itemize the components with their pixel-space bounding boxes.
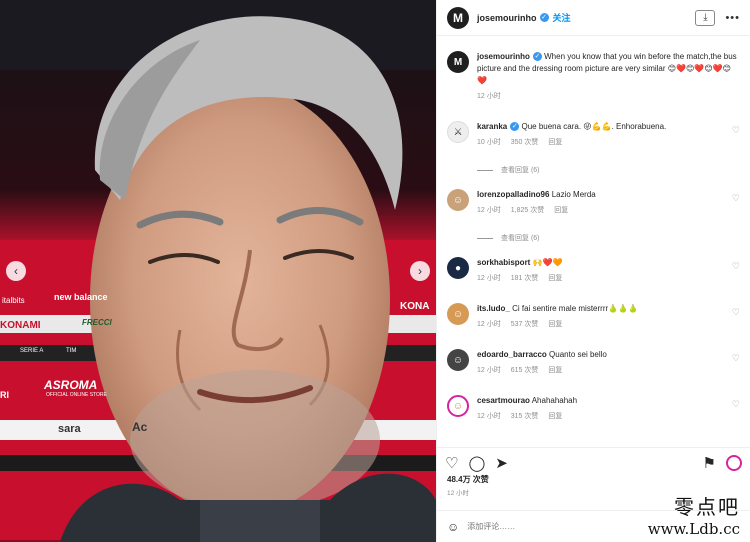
post-header: M josemourinho ✓ 关注 ⤓ •••	[437, 0, 750, 36]
post-actions: ♡ ◯ ➤ ⚑ 48.4万 次赞 12 小时	[437, 447, 750, 497]
sponsor-tim: TIM	[66, 348, 77, 354]
sponsor-frecci: FRECCI	[82, 318, 112, 327]
comment-text: Quanto sei bello	[549, 350, 607, 359]
caption-username[interactable]: josemourinho	[477, 52, 530, 61]
share-icon[interactable]: ➤	[495, 454, 508, 472]
view-replies-label: 查看回复 (6)	[501, 167, 540, 174]
username-link[interactable]: josemourinho	[477, 13, 537, 23]
comment-time: 12 小时	[477, 367, 501, 374]
list-item: ☺ edoardo_barracco Quanto sei bello 12 小…	[437, 349, 750, 377]
heart-icon[interactable]: ♡	[732, 261, 740, 272]
heart-icon[interactable]: ♡	[445, 454, 458, 472]
comment-time: 12 小时	[477, 413, 501, 420]
post-photo: new balance KONAMI FRECCI ASROMA OFFICIA…	[0, 0, 436, 542]
view-replies-link[interactable]: 查看回复 (6)	[477, 165, 540, 175]
sponsor-newbalance: new balance	[54, 292, 108, 302]
avatar[interactable]: ☺	[447, 303, 469, 325]
emoji-icon[interactable]: ☺	[447, 520, 459, 534]
follow-button[interactable]: 关注	[553, 11, 571, 24]
comment-input[interactable]	[467, 522, 588, 531]
heart-icon[interactable]: ♡	[732, 193, 740, 204]
comment-username[interactable]: sorkhabisport	[477, 258, 530, 267]
list-item: ⚔ karanka ✓ Que buena cara. 😜💪💪. Enhorabu…	[437, 121, 750, 149]
avatar[interactable]: ⚔	[447, 121, 469, 143]
comment-icon[interactable]: ◯	[468, 454, 485, 472]
post-panel: M josemourinho ✓ 关注 ⤓ ••• M josemourinho…	[436, 0, 750, 542]
sponsor-left1: RI	[0, 390, 9, 400]
reply-button[interactable]: 回复	[548, 413, 562, 420]
comment-text: Ci fai sentire male misterrrr🍐🍐🍐	[512, 304, 639, 313]
sponsor-asroma-sub: OFFICIAL ONLINE STORE	[46, 392, 107, 398]
comment-time: 12 小时	[477, 275, 501, 282]
avatar[interactable]: M	[447, 51, 469, 73]
sponsor-asroma: ASROMA	[44, 378, 98, 392]
comment-likes[interactable]: 1,825 次赞	[511, 207, 544, 214]
list-item: ☺ cesartmourao Ahahahahah 12 小时 315 次赞 回复 …	[437, 395, 750, 423]
comment-username[interactable]: cesartmourao	[477, 396, 530, 405]
comments-list[interactable]: M josemourinho ✓ When you know that you w…	[437, 37, 750, 445]
comment-likes[interactable]: 315 次赞	[511, 413, 539, 420]
avatar[interactable]: M	[447, 6, 469, 29]
selfie-image	[0, 0, 436, 542]
sponsor-konami: KONAMI	[0, 320, 41, 331]
comment-likes[interactable]: 350 次赞	[511, 139, 539, 146]
watermark: 零点吧 www.Ldb.cc	[648, 491, 740, 538]
sponsor-seriea: SERIE A	[20, 348, 44, 354]
reply-button[interactable]: 回复	[548, 367, 562, 374]
heart-icon[interactable]: ♡	[732, 399, 740, 410]
list-item: ● sorkhabisport 🙌❤️🧡 12 小时 181 次赞 回复 ♡	[437, 257, 750, 285]
reply-button[interactable]: 回复	[548, 275, 562, 282]
reply-button[interactable]: 回复	[548, 139, 562, 146]
comment-text: Que buena cara. 😜💪💪. Enhorabuena.	[521, 122, 667, 131]
watermark-line1: 零点吧	[674, 495, 740, 519]
comment-likes[interactable]: 537 次赞	[511, 321, 539, 328]
bookmark-icon[interactable]: ⚑	[703, 454, 716, 472]
comment-username[interactable]: karanka	[477, 122, 507, 131]
avatar[interactable]	[726, 455, 742, 471]
list-item: ☺ its.ludo_ Ci fai sentire male misterrr…	[437, 303, 750, 331]
comment-username[interactable]: edoardo_barracco	[477, 350, 547, 359]
sponsor-bits: italbits	[2, 296, 25, 305]
heart-icon[interactable]: ♡	[732, 125, 740, 136]
avatar[interactable]: ☺	[447, 349, 469, 371]
comment-text: 🙌❤️🧡	[532, 258, 563, 267]
sponsor-left2: Ac	[132, 420, 148, 434]
next-arrow-icon[interactable]: ›	[410, 261, 430, 281]
avatar[interactable]: ☺	[447, 189, 469, 211]
heart-icon[interactable]: ♡	[732, 353, 740, 364]
comment-likes[interactable]: 615 次赞	[511, 367, 539, 374]
download-icon[interactable]: ⤓	[695, 9, 716, 26]
comment-username[interactable]: its.ludo_	[477, 304, 510, 313]
caption: M josemourinho ✓ When you know that you w…	[437, 51, 750, 103]
more-icon[interactable]: •••	[725, 12, 740, 24]
comment-time: 12 小时	[477, 207, 501, 214]
list-item: ☺ lorenzopalladino96 Lazio Merda 12 小时 1,…	[437, 189, 750, 217]
heart-icon[interactable]: ♡	[732, 307, 740, 318]
view-replies-link[interactable]: 查看回复 (6)	[477, 233, 540, 243]
sponsor-kona: KONA	[400, 301, 430, 312]
caption-time: 12 小时	[477, 93, 501, 100]
view-replies-label: 查看回复 (6)	[501, 235, 540, 242]
comment-time: 10 小时	[477, 139, 501, 146]
comment-likes[interactable]: 181 次赞	[511, 275, 539, 282]
comment-time: 12 小时	[477, 321, 501, 328]
likes-count[interactable]: 48.4万 次赞	[437, 472, 750, 485]
reply-button[interactable]: 回复	[554, 207, 568, 214]
verified-icon: ✓	[539, 13, 549, 22]
comment-text: Ahahahahah	[531, 396, 578, 405]
prev-arrow-icon[interactable]: ‹	[6, 261, 26, 281]
comment-username[interactable]: lorenzopalladino96	[477, 190, 549, 199]
reply-button[interactable]: 回复	[548, 321, 562, 328]
comment-text: Lazio Merda	[551, 190, 596, 199]
verified-icon: ✓	[532, 52, 542, 62]
avatar[interactable]: ☺	[447, 395, 469, 417]
avatar[interactable]: ●	[447, 257, 469, 279]
watermark-line2: www.Ldb.cc	[647, 520, 740, 538]
verified-icon: ✓	[510, 122, 520, 132]
sponsor-sara: sara	[58, 423, 81, 435]
